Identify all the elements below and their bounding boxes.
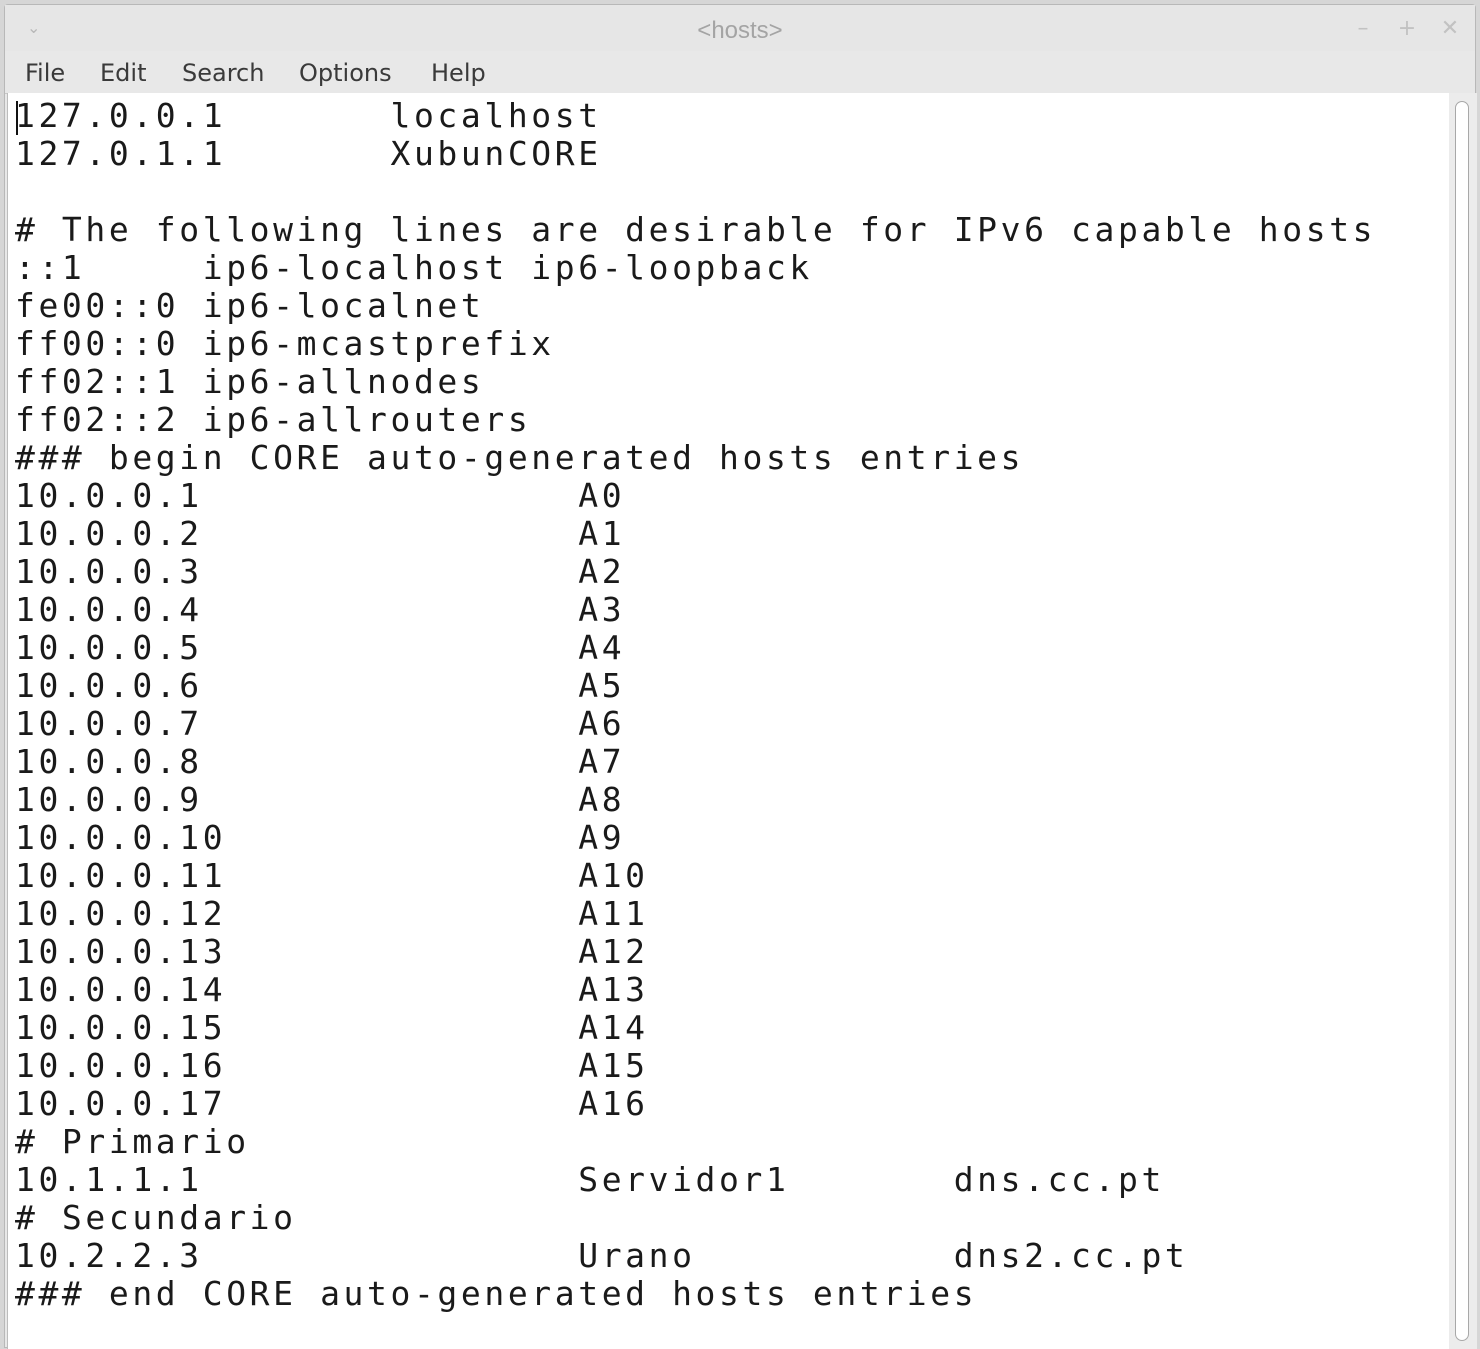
- editor-line[interactable]: 10.0.0.4 A3: [15, 591, 625, 629]
- editor-line[interactable]: 10.0.0.17 A16: [15, 1085, 649, 1123]
- editor-line[interactable]: ff02::2 ip6-allrouters: [15, 401, 531, 439]
- window-title: <hosts>: [697, 17, 783, 44]
- minimize-button[interactable]: –: [1349, 15, 1377, 43]
- editor-line[interactable]: ### end CORE auto-generated hosts entrie…: [15, 1275, 977, 1313]
- menu-help[interactable]: Help: [431, 59, 486, 87]
- editor-line[interactable]: fe00::0 ip6-localnet: [15, 287, 484, 325]
- editor-line[interactable]: 10.2.2.3 Urano dns2.cc.pt: [15, 1237, 1188, 1275]
- text-editor-area[interactable]: 127.0.0.1 localhost 127.0.1.1 XubunCORE …: [7, 93, 1450, 1349]
- editor-line[interactable]: 127.0.1.1 XubunCORE: [15, 135, 602, 173]
- editor-line[interactable]: 10.0.0.6 A5: [15, 667, 625, 705]
- editor-line[interactable]: 10.1.1.1 Servidor1 dns.cc.pt: [15, 1161, 1165, 1199]
- editor-line[interactable]: ::1 ip6-localhost ip6-loopback: [15, 249, 813, 287]
- editor-line[interactable]: ### begin CORE auto-generated hosts entr…: [15, 439, 1024, 477]
- editor-window: ⌄ <hosts> – + ✕ File Edit Search Options…: [4, 4, 1477, 1349]
- editor-line[interactable]: 10.0.0.13 A12: [15, 933, 649, 971]
- title-bar[interactable]: ⌄ <hosts> – + ✕: [5, 5, 1475, 51]
- menu-file[interactable]: File: [25, 59, 65, 87]
- editor-line[interactable]: 10.0.0.9 A8: [15, 781, 625, 819]
- menu-search[interactable]: Search: [182, 59, 264, 87]
- menu-bar: File Edit Search Options Help: [5, 51, 1475, 94]
- editor-line[interactable]: ff00::0 ip6-mcastprefix: [15, 325, 555, 363]
- editor-line[interactable]: 10.0.0.11 A10: [15, 857, 649, 895]
- editor-line[interactable]: ff02::1 ip6-allnodes: [15, 363, 484, 401]
- scrollbar-thumb[interactable]: [1455, 101, 1469, 1341]
- editor-line[interactable]: 10.0.0.5 A4: [15, 629, 625, 667]
- menu-options[interactable]: Options: [299, 59, 392, 87]
- editor-line[interactable]: 10.0.0.10 A9: [15, 819, 625, 857]
- editor-line[interactable]: 10.0.0.7 A6: [15, 705, 625, 743]
- editor-line[interactable]: 10.0.0.16 A15: [15, 1047, 649, 1085]
- editor-line[interactable]: 10.0.0.12 A11: [15, 895, 649, 933]
- editor-line[interactable]: 10.0.0.2 A1: [15, 515, 625, 553]
- editor-line[interactable]: 10.0.0.3 A2: [15, 553, 625, 591]
- close-button[interactable]: ✕: [1436, 15, 1464, 43]
- editor-line[interactable]: # The following lines are desirable for …: [15, 211, 1376, 249]
- editor-line[interactable]: 10.0.0.14 A13: [15, 971, 649, 1009]
- vertical-scrollbar[interactable]: [1449, 93, 1477, 1349]
- menu-edit[interactable]: Edit: [100, 59, 146, 87]
- editor-line[interactable]: 10.0.0.15 A14: [15, 1009, 649, 1047]
- editor-line[interactable]: 10.0.0.1 A0: [15, 477, 625, 515]
- editor-line[interactable]: 10.0.0.8 A7: [15, 743, 625, 781]
- editor-line[interactable]: # Primario: [15, 1123, 250, 1161]
- maximize-button[interactable]: +: [1393, 15, 1421, 43]
- editor-line[interactable]: 127.0.0.1 localhost: [15, 97, 602, 135]
- editor-line[interactable]: # Secundario: [15, 1199, 297, 1237]
